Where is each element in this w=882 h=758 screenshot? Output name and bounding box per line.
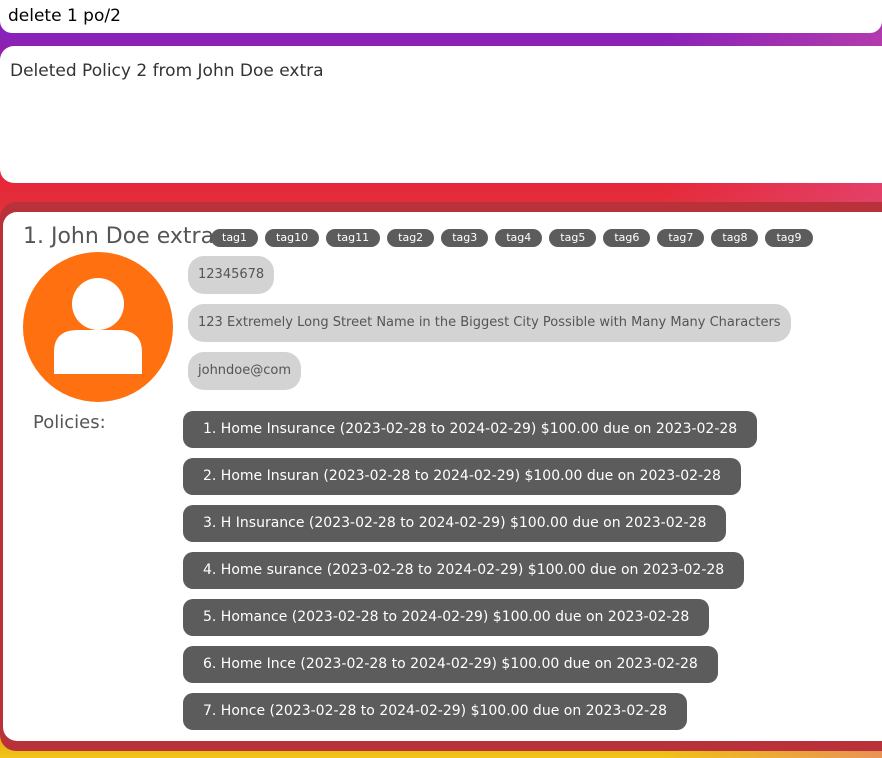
user-silhouette-icon bbox=[54, 278, 142, 374]
person-list-panel[interactable]: 1. John Doe extra tag1 tag10 tag11 tag2 … bbox=[0, 202, 882, 751]
tag: tag7 bbox=[657, 229, 705, 247]
tag: tag1 bbox=[211, 229, 259, 247]
person-card[interactable]: 1. John Doe extra tag1 tag10 tag11 tag2 … bbox=[3, 212, 882, 741]
tag: tag9 bbox=[765, 229, 813, 247]
policy-list: 1. Home Insurance (2023-02-28 to 2024-02… bbox=[183, 411, 758, 740]
policy-item: 5. Homance (2023-02-28 to 2024-02-29) $1… bbox=[183, 599, 710, 636]
policy-item: 6. Home Ince (2023-02-28 to 2024-02-29) … bbox=[183, 646, 718, 683]
tag-list: tag1 tag10 tag11 tag2 tag3 tag4 tag5 tag… bbox=[211, 229, 813, 247]
tag: tag2 bbox=[387, 229, 435, 247]
phone-pill: 12345678 bbox=[188, 256, 275, 294]
tag: tag3 bbox=[441, 229, 489, 247]
policy-item: 2. Home Insuran (2023-02-28 to 2024-02-2… bbox=[183, 458, 741, 495]
policy-item: 4. Home surance (2023-02-28 to 2024-02-2… bbox=[183, 552, 745, 589]
result-display: Deleted Policy 2 from John Doe extra bbox=[0, 46, 882, 183]
policy-item: 7. Honce (2023-02-28 to 2024-02-29) $100… bbox=[183, 693, 688, 730]
tag: tag5 bbox=[549, 229, 597, 247]
command-input[interactable] bbox=[8, 4, 868, 28]
result-message: Deleted Policy 2 from John Doe extra bbox=[10, 61, 324, 81]
tag: tag10 bbox=[265, 229, 320, 247]
tag: tag8 bbox=[711, 229, 759, 247]
address-pill: 123 Extremely Long Street Name in the Bi… bbox=[188, 304, 791, 342]
policies-label: Policies: bbox=[33, 412, 106, 433]
user-avatar-icon bbox=[23, 252, 173, 402]
policy-item: 3. H Insurance (2023-02-28 to 2024-02-29… bbox=[183, 505, 727, 542]
person-name: 1. John Doe extra bbox=[23, 224, 215, 249]
tag: tag4 bbox=[495, 229, 543, 247]
tag: tag11 bbox=[326, 229, 381, 247]
tag: tag6 bbox=[603, 229, 651, 247]
policy-item: 1. Home Insurance (2023-02-28 to 2024-02… bbox=[183, 411, 758, 448]
command-box[interactable] bbox=[0, 0, 882, 33]
email-pill: johndoe@com bbox=[188, 352, 302, 390]
